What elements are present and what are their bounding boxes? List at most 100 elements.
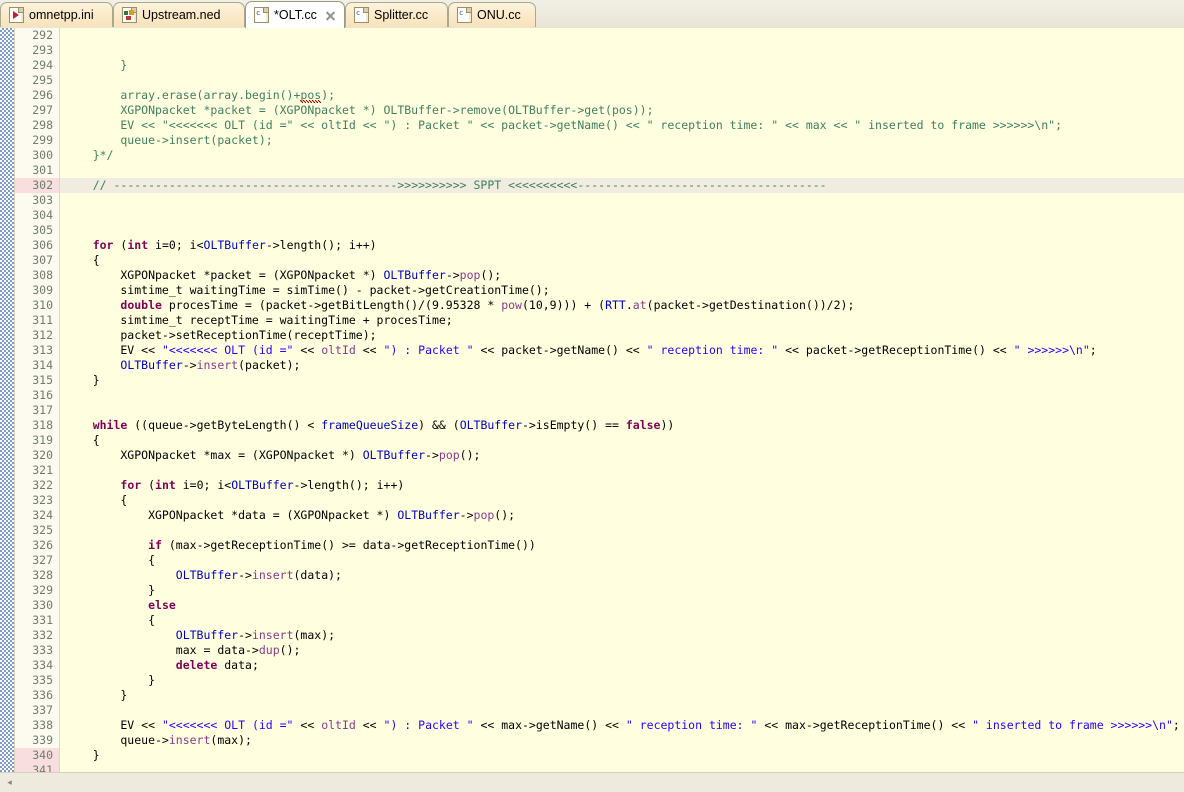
code-line[interactable]: {	[60, 253, 1184, 268]
line-number: 324	[32, 508, 53, 522]
code-line[interactable]	[60, 223, 1184, 238]
line-number: 328	[32, 568, 53, 582]
code-line[interactable]: }	[60, 748, 1184, 763]
cpp-source-file-icon: c	[354, 7, 369, 23]
tab-upstream-ned[interactable]: Upstream.ned	[113, 2, 245, 27]
horizontal-scrollbar[interactable]: ◂	[0, 772, 1184, 792]
line-number: 323	[32, 493, 53, 507]
tab-onu-cc[interactable]: c ONU.cc	[448, 2, 536, 27]
code-line[interactable]: EV << "<<<<<<< OLT (id =" << oltId << ")…	[60, 343, 1184, 358]
tab-label: *OLT.cc	[274, 7, 317, 22]
line-number: 330	[32, 598, 53, 612]
line-number-ruler: 292 293 294 295 296 297 298 299 300 301 302 303 304 3…	[15, 28, 60, 773]
code-line[interactable]	[60, 523, 1184, 538]
line-number: 322	[32, 478, 53, 492]
code-line[interactable]: packet->setReceptionTime(receptTime);	[60, 328, 1184, 343]
ini-file-icon	[9, 7, 24, 23]
code-line[interactable]: }	[60, 583, 1184, 598]
code-line[interactable]: {	[60, 493, 1184, 508]
line-number: 321	[32, 463, 53, 477]
code-line[interactable]: queue->insert(max);	[60, 733, 1184, 748]
cpp-source-file-icon: c	[457, 7, 472, 23]
line-number: 315	[32, 373, 53, 387]
code-line[interactable]	[60, 403, 1184, 418]
tab-omnetpp-ini[interactable]: omnetpp.ini	[0, 2, 113, 27]
line-number: 304	[32, 208, 53, 222]
scroll-left-arrow-icon[interactable]: ◂	[2, 775, 17, 790]
annotation-ruler[interactable]	[0, 28, 15, 773]
line-number: 305	[32, 223, 53, 237]
tab-olt-cc[interactable]: c *OLT.cc	[245, 1, 345, 28]
code-line[interactable]: for (int i=0; i<OLTBuffer->length(); i++…	[60, 478, 1184, 493]
code-line[interactable]: OLTBuffer->insert(packet);	[60, 358, 1184, 373]
line-number: 300	[32, 148, 53, 162]
line-number: 316	[32, 388, 53, 402]
code-line[interactable]: queue->insert(packet);	[60, 133, 1184, 148]
code-line[interactable]: EV << "<<<<<<< OLT (id =" << oltId << ")…	[60, 118, 1184, 133]
line-number: 338	[32, 718, 53, 732]
code-line[interactable]: simtime_t receptTime = waitingTime + pro…	[60, 313, 1184, 328]
code-line[interactable]: OLTBuffer->insert(max);	[60, 628, 1184, 643]
code-line[interactable]: XGPONpacket *max = (XGPONpacket *) OLTBu…	[60, 448, 1184, 463]
code-line[interactable]: // -------------------------------------…	[60, 178, 1184, 193]
code-line[interactable]: {	[60, 553, 1184, 568]
code-line[interactable]: max = data->dup();	[60, 643, 1184, 658]
editor-tab-bar: omnetpp.ini Upstream.ned c *OLT.cc c Spl…	[0, 0, 1184, 29]
line-number: 314	[32, 358, 53, 372]
code-line[interactable]: OLTBuffer->insert(data);	[60, 568, 1184, 583]
line-number: 309	[32, 283, 53, 297]
line-number: 293	[32, 43, 53, 57]
code-line[interactable]	[60, 463, 1184, 478]
code-line[interactable]: simtime_t waitingTime = simTime() - pack…	[60, 283, 1184, 298]
close-icon[interactable]	[325, 10, 336, 21]
code-line[interactable]: XGPONpacket *packet = (XGPONpacket *) OL…	[60, 103, 1184, 118]
code-line[interactable]	[60, 193, 1184, 208]
code-line[interactable]: {	[60, 433, 1184, 448]
tab-splitter-cc[interactable]: c Splitter.cc	[345, 2, 448, 27]
line-number: 339	[32, 733, 53, 747]
code-line[interactable]	[60, 703, 1184, 718]
code-line[interactable]: for (int i=0; i<OLTBuffer->length(); i++…	[60, 238, 1184, 253]
line-number: 312	[32, 328, 53, 342]
code-line[interactable]: else	[60, 598, 1184, 613]
code-line[interactable]: array.erase(array.begin()+pos);	[60, 88, 1184, 105]
code-line[interactable]	[60, 43, 1184, 58]
code-line[interactable]: XGPONpacket *packet = (XGPONpacket *) OL…	[60, 268, 1184, 283]
code-line[interactable]	[60, 208, 1184, 223]
code-line[interactable]	[60, 73, 1184, 88]
code-line[interactable]: while ((queue->getByteLength() < frameQu…	[60, 418, 1184, 433]
code-line[interactable]: double procesTime = (packet->getBitLengt…	[60, 298, 1184, 313]
code-line[interactable]: if (max->getReceptionTime() >= data->get…	[60, 538, 1184, 553]
code-line[interactable]: XGPONpacket *data = (XGPONpacket *) OLTB…	[60, 508, 1184, 523]
code-text-area[interactable]: } array.erase(array.begin()+pos); XGPONp…	[60, 28, 1184, 773]
line-number: 308	[32, 268, 53, 282]
code-line[interactable]: }	[60, 373, 1184, 388]
source-editor[interactable]: 292 293 294 295 296 297 298 299 300 301 302 303 304 3…	[0, 28, 1184, 773]
code-line[interactable]: }	[60, 673, 1184, 688]
line-number: 292	[32, 28, 53, 42]
line-number: 333	[32, 643, 53, 657]
code-line[interactable]: EV << "<<<<<<< OLT (id =" << oltId << ")…	[60, 718, 1184, 733]
code-line[interactable]: }	[60, 688, 1184, 703]
code-line[interactable]	[60, 388, 1184, 403]
line-number: 311	[32, 313, 53, 327]
code-line[interactable]: }*/	[60, 148, 1184, 163]
line-number: 306	[32, 238, 53, 252]
line-number: 307	[32, 253, 53, 267]
line-number: 295	[32, 73, 53, 87]
code-line[interactable]	[60, 28, 1184, 43]
code-line[interactable]: {	[60, 613, 1184, 628]
line-number: 301	[32, 163, 53, 177]
line-number: 296	[32, 88, 53, 102]
line-number: 327	[32, 553, 53, 567]
tab-label: Upstream.ned	[142, 7, 221, 22]
line-number: 319	[32, 433, 53, 447]
line-number: 335	[32, 673, 53, 687]
line-number: 334	[32, 658, 53, 672]
code-line[interactable]: delete data;	[60, 658, 1184, 673]
line-number: 299	[32, 133, 53, 147]
code-line[interactable]: }	[60, 58, 1184, 73]
line-number: 332	[32, 628, 53, 642]
code-line[interactable]	[60, 163, 1184, 178]
line-number: 337	[32, 703, 53, 717]
